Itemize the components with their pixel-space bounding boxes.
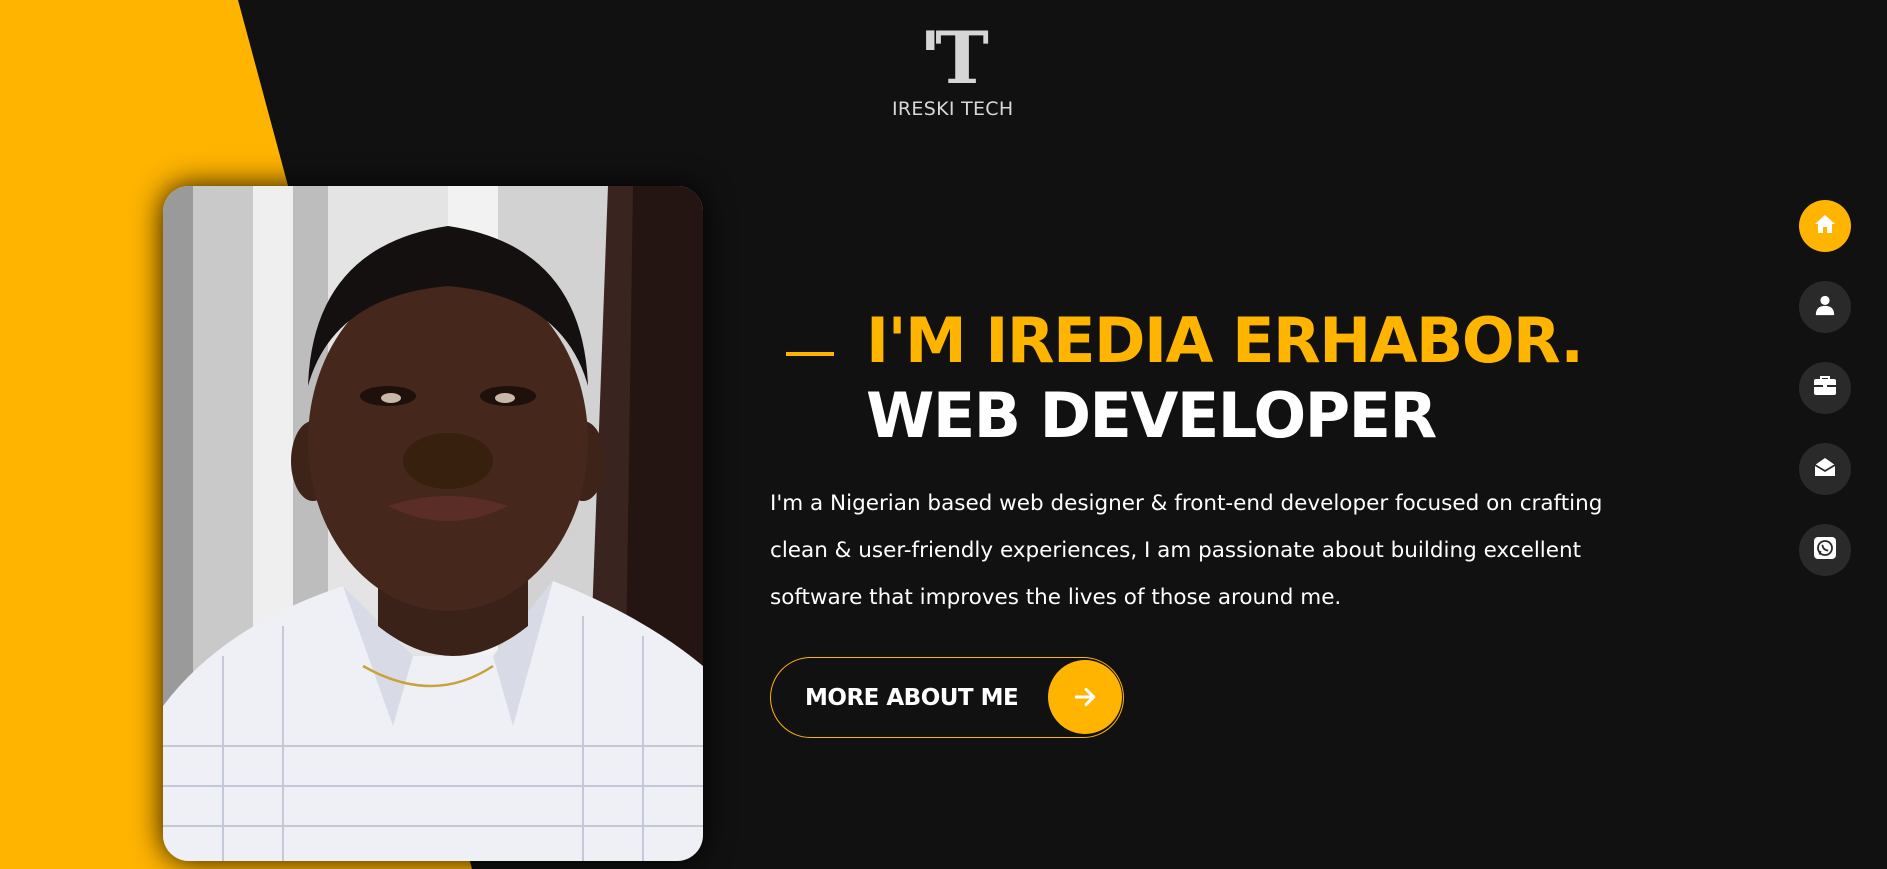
headline-name: I'M IREDIA ERHABOR. — [866, 304, 1584, 377]
nav-about[interactable] — [1799, 281, 1851, 333]
user-icon — [1814, 294, 1836, 320]
nav-home[interactable] — [1799, 200, 1851, 252]
logo-text: IRESKI TECH — [892, 98, 1014, 120]
nav-portfolio[interactable] — [1799, 362, 1851, 414]
nav-contact[interactable] — [1799, 443, 1851, 495]
whatsapp-icon — [1813, 536, 1837, 564]
profile-photo — [163, 186, 703, 861]
bio-paragraph: I'm a Nigerian based web designer & fron… — [770, 491, 1603, 610]
home-icon — [1813, 212, 1837, 240]
site-logo[interactable]: 'T IRESKI TECH — [892, 15, 1014, 121]
envelope-open-icon — [1813, 455, 1837, 483]
headline-role: WEB DEVELOPER — [866, 379, 1437, 452]
more-about-me-button[interactable]: MORE ABOUT ME — [770, 657, 1124, 738]
more-about-me-label: MORE ABOUT ME — [805, 684, 1019, 711]
profile-photo-illustration — [163, 186, 703, 861]
nav-whatsapp[interactable] — [1799, 524, 1851, 576]
headline-dash — [786, 352, 834, 356]
arrow-right-icon — [1048, 660, 1122, 734]
logo-mark: 'T — [919, 15, 989, 100]
briefcase-icon — [1813, 375, 1837, 401]
